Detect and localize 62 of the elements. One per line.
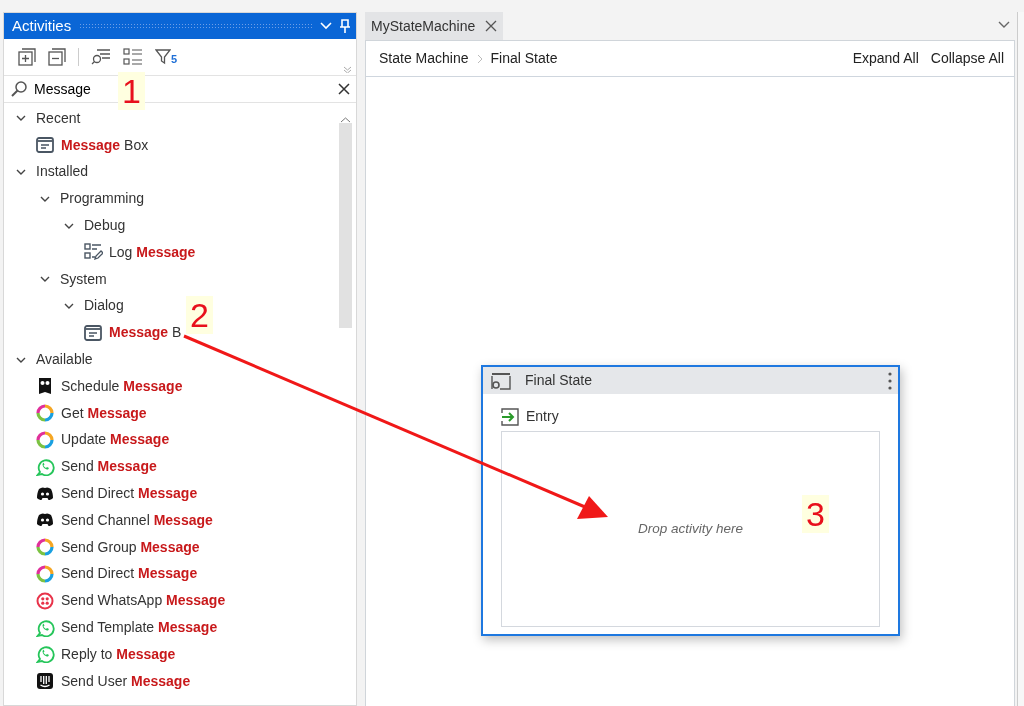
chevron-down-icon[interactable] [320, 22, 332, 30]
step-number: 2 [186, 296, 213, 334]
step-number: 1 [118, 72, 145, 110]
breadcrumb-link[interactable]: State Machine [379, 48, 469, 69]
state-icon [491, 371, 511, 390]
chat-bubble-icon [36, 645, 55, 664]
step-number: 3 [802, 495, 829, 533]
activity-label[interactable]: Send Channel Message [61, 509, 213, 531]
tab-list-chevron-icon[interactable] [998, 21, 1010, 29]
toolbar-link[interactable]: Collapse All [930, 48, 1004, 69]
activity-label[interactable]: Send Direct Message [61, 563, 198, 585]
activity-label[interactable]: Send Group Message [61, 536, 200, 558]
pin-icon[interactable] [340, 19, 350, 33]
activity-label[interactable]: Message B [109, 322, 182, 344]
close-icon[interactable] [485, 20, 498, 32]
expand-all-icon[interactable] [18, 48, 36, 66]
list-view-icon[interactable] [123, 48, 143, 66]
toolbar-link[interactable]: Expand All [852, 48, 919, 69]
activity-label[interactable]: Send User Message [61, 670, 191, 692]
panel-title: Activities [12, 15, 72, 36]
chat-bars-icon [36, 672, 55, 691]
activity-label[interactable]: Send WhatsApp Message [61, 590, 226, 612]
activity-label[interactable]: Get Message [61, 402, 147, 424]
scroll-up-icon[interactable] [339, 116, 352, 125]
breadcrumb-separator-icon [476, 53, 483, 64]
ring-icon [36, 430, 55, 449]
activity-label[interactable]: Send Direct Message [61, 483, 198, 505]
tree-group-label[interactable]: Recent [36, 107, 81, 129]
more-options-icon[interactable] [888, 371, 892, 390]
activity-label[interactable]: Message Box [61, 134, 149, 156]
activity-label[interactable]: Reply to Message [61, 643, 176, 665]
activity-label[interactable]: Send Template Message [61, 617, 218, 639]
chat-bubble-icon [36, 457, 55, 476]
activity-label[interactable]: Send Message [61, 456, 157, 478]
drop-hint: Drop activity here [637, 519, 743, 538]
dotted-circle-icon [36, 591, 55, 610]
clear-search-button[interactable] [338, 83, 350, 95]
entry-label: Entry [526, 407, 559, 426]
search-list-icon[interactable] [91, 48, 111, 66]
entry-icon [501, 407, 519, 426]
search-icon [10, 80, 28, 98]
ring-icon [36, 564, 55, 583]
tree-group-label[interactable]: Debug [84, 215, 126, 237]
activity-label[interactable]: Update Message [61, 429, 170, 451]
ring-icon [36, 404, 55, 423]
activity-label[interactable]: Schedule Message [61, 375, 183, 397]
document-tab[interactable]: MyStateMachine [365, 12, 504, 40]
breadcrumb-link[interactable]: Final State [490, 48, 558, 69]
state-title: Final State [525, 371, 593, 390]
chevron-down-icon[interactable] [16, 167, 26, 177]
tree-group-label[interactable]: Programming [60, 188, 145, 210]
message-box-icon [36, 136, 55, 155]
tree-group-label[interactable]: Installed [36, 161, 89, 183]
log-pencil-icon [84, 243, 103, 262]
collapse-all-icon[interactable] [48, 48, 66, 66]
tree-group-label[interactable]: Dialog [84, 295, 124, 317]
ring-icon [36, 538, 55, 557]
tree-group-label[interactable]: System [60, 268, 107, 290]
activity-label[interactable]: Log Message [109, 241, 196, 263]
message-box-icon [84, 323, 103, 342]
chat-bubble-icon [36, 618, 55, 637]
tree-group-label[interactable]: Available [36, 349, 93, 371]
